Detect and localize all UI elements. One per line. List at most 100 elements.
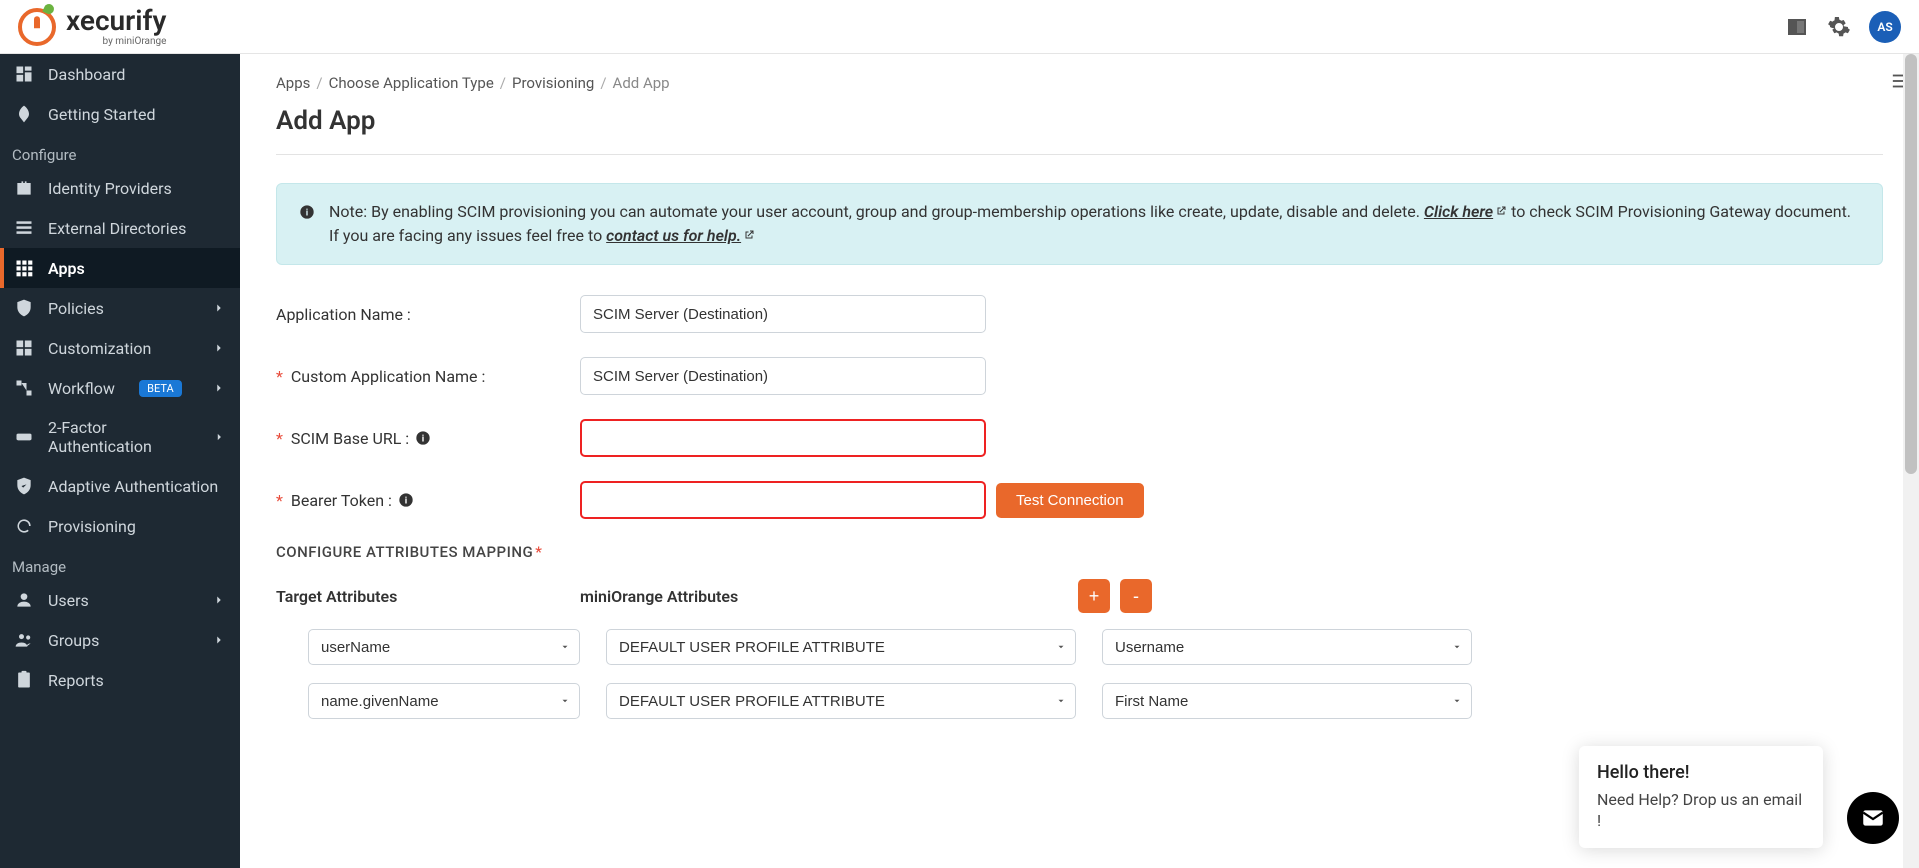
sidebar-item-dashboard[interactable]: Dashboard (0, 54, 240, 94)
sidebar-item-reports[interactable]: Reports (0, 660, 240, 700)
sidebar-item-label: Policies (48, 299, 104, 318)
sidebar-item-2fa[interactable]: 2-Factor Authentication (0, 408, 240, 466)
sidebar-item-policies[interactable]: Policies (0, 288, 240, 328)
sidebar-item-customization[interactable]: Customization (0, 328, 240, 368)
select-target-attr[interactable]: userName (308, 629, 580, 665)
chevron-right-icon (213, 430, 226, 444)
list-icon (14, 218, 34, 238)
sidebar-item-provisioning[interactable]: Provisioning (0, 506, 240, 546)
sidebar-item-getting-started[interactable]: Getting Started (0, 94, 240, 134)
sidebar-item-label: Adaptive Authentication (48, 477, 218, 496)
sync-icon (14, 516, 34, 536)
sidebar-item-label: Getting Started (48, 105, 156, 124)
book-icon[interactable] (1785, 15, 1809, 39)
sidebar-item-label: Reports (48, 671, 104, 690)
label-custom-name: *Custom Application Name : (276, 367, 580, 386)
select-target-attr[interactable]: name.givenName (308, 683, 580, 719)
sidebar-item-identity-providers[interactable]: Identity Providers (0, 168, 240, 208)
target-attributes-heading: Target Attributes (276, 587, 552, 606)
puzzle-icon (14, 338, 34, 358)
sidebar-item-label: 2-Factor Authentication (48, 418, 199, 456)
brand: xecurify by miniOrange (18, 7, 166, 47)
label-app-name: Application Name : (276, 305, 580, 324)
select-profile-attr[interactable]: Username (1102, 629, 1472, 665)
input-scim-url[interactable] (580, 419, 986, 457)
key-icon (14, 427, 34, 447)
mapping-row: name.givenName DEFAULT USER PROFILE ATTR… (276, 683, 1883, 719)
crumb-current: Add App (613, 74, 670, 92)
select-profile-attr[interactable]: First Name (1102, 683, 1472, 719)
mail-icon (1860, 805, 1886, 831)
sidebar-item-label: Users (48, 591, 89, 610)
sidebar-item-workflow[interactable]: Workflow BETA (0, 368, 240, 408)
shield-check-icon (14, 476, 34, 496)
crumb-choose-type[interactable]: Choose Application Type (329, 74, 494, 92)
sidebar-item-users[interactable]: Users (0, 580, 240, 620)
sidebar-item-external-directories[interactable]: External Directories (0, 208, 240, 248)
briefcase-icon (14, 178, 34, 198)
beta-badge: BETA (139, 380, 182, 397)
info-icon: i (299, 204, 315, 220)
sidebar-item-adaptive-auth[interactable]: Adaptive Authentication (0, 466, 240, 506)
chevron-right-icon (212, 633, 226, 647)
note-text: Note: By enabling SCIM provisioning you … (329, 202, 1424, 221)
clipboard-icon (14, 670, 34, 690)
select-miniorange-attr[interactable]: DEFAULT USER PROFILE ATTRIBUTE (606, 629, 1076, 665)
add-row-button[interactable]: + (1078, 579, 1110, 613)
crumb-apps[interactable]: Apps (276, 74, 310, 92)
sidebar-item-label: Groups (48, 631, 99, 650)
external-link-icon (743, 229, 755, 241)
contact-link[interactable]: contact us for help. (606, 226, 755, 245)
info-note: i Note: By enabling SCIM provisioning yo… (276, 183, 1883, 265)
input-app-name[interactable] (580, 295, 986, 333)
sidebar-section-manage: Manage (0, 546, 240, 580)
label-bearer-token: * Bearer Token : i (276, 491, 580, 510)
input-custom-name[interactable] (580, 357, 986, 395)
help-icon[interactable]: i (415, 430, 431, 446)
miniorange-attributes-heading: miniOrange Attributes (580, 587, 1050, 606)
page-title: Add App (276, 106, 1883, 136)
sidebar-item-label: Provisioning (48, 517, 136, 536)
logo-icon (18, 8, 56, 46)
apps-icon (14, 258, 34, 278)
brand-name: xecurify (66, 7, 166, 35)
chat-popup: Hello there! Need Help? Drop us an email… (1579, 746, 1823, 848)
shield-icon (14, 298, 34, 318)
sidebar-item-groups[interactable]: Groups (0, 620, 240, 660)
sidebar-item-label: Dashboard (48, 65, 125, 84)
svg-text:i: i (405, 495, 407, 506)
sidebar-item-apps[interactable]: Apps (0, 248, 240, 288)
group-icon (14, 630, 34, 650)
remove-row-button[interactable]: - (1120, 579, 1152, 613)
svg-text:i: i (422, 433, 424, 444)
click-here-link[interactable]: Click here (1424, 202, 1507, 221)
test-connection-button[interactable]: Test Connection (996, 483, 1144, 518)
dashboard-icon (14, 64, 34, 84)
select-miniorange-attr[interactable]: DEFAULT USER PROFILE ATTRIBUTE (606, 683, 1076, 719)
svg-text:i: i (306, 207, 308, 218)
chevron-right-icon (212, 301, 226, 315)
scrollbar[interactable] (1903, 54, 1919, 868)
sidebar-section-configure: Configure (0, 134, 240, 168)
label-scim-url: * SCIM Base URL : i (276, 429, 580, 448)
mapping-row: userName DEFAULT USER PROFILE ATTRIBUTE … (276, 629, 1883, 665)
breadcrumb: Apps / Choose Application Type / Provisi… (276, 74, 1883, 92)
sidebar-item-label: Apps (48, 259, 85, 278)
workflow-icon (14, 378, 34, 398)
rocket-icon (14, 104, 34, 124)
gear-icon[interactable] (1827, 15, 1851, 39)
avatar[interactable]: AS (1869, 11, 1901, 43)
chat-hello: Hello there! (1597, 762, 1805, 783)
sidebar-item-label: External Directories (48, 219, 186, 238)
sidebar-item-label: Workflow (48, 379, 115, 398)
crumb-provisioning[interactable]: Provisioning (512, 74, 594, 92)
chat-button[interactable] (1847, 792, 1899, 844)
sidebar-item-label: Identity Providers (48, 179, 172, 198)
chevron-right-icon (212, 381, 226, 395)
divider (276, 154, 1883, 155)
user-icon (14, 590, 34, 610)
mapping-header: CONFIGURE ATTRIBUTES MAPPING* (276, 543, 1883, 561)
sidebar: Dashboard Getting Started Configure Iden… (0, 54, 240, 868)
input-bearer-token[interactable] (580, 481, 986, 519)
help-icon[interactable]: i (398, 492, 414, 508)
